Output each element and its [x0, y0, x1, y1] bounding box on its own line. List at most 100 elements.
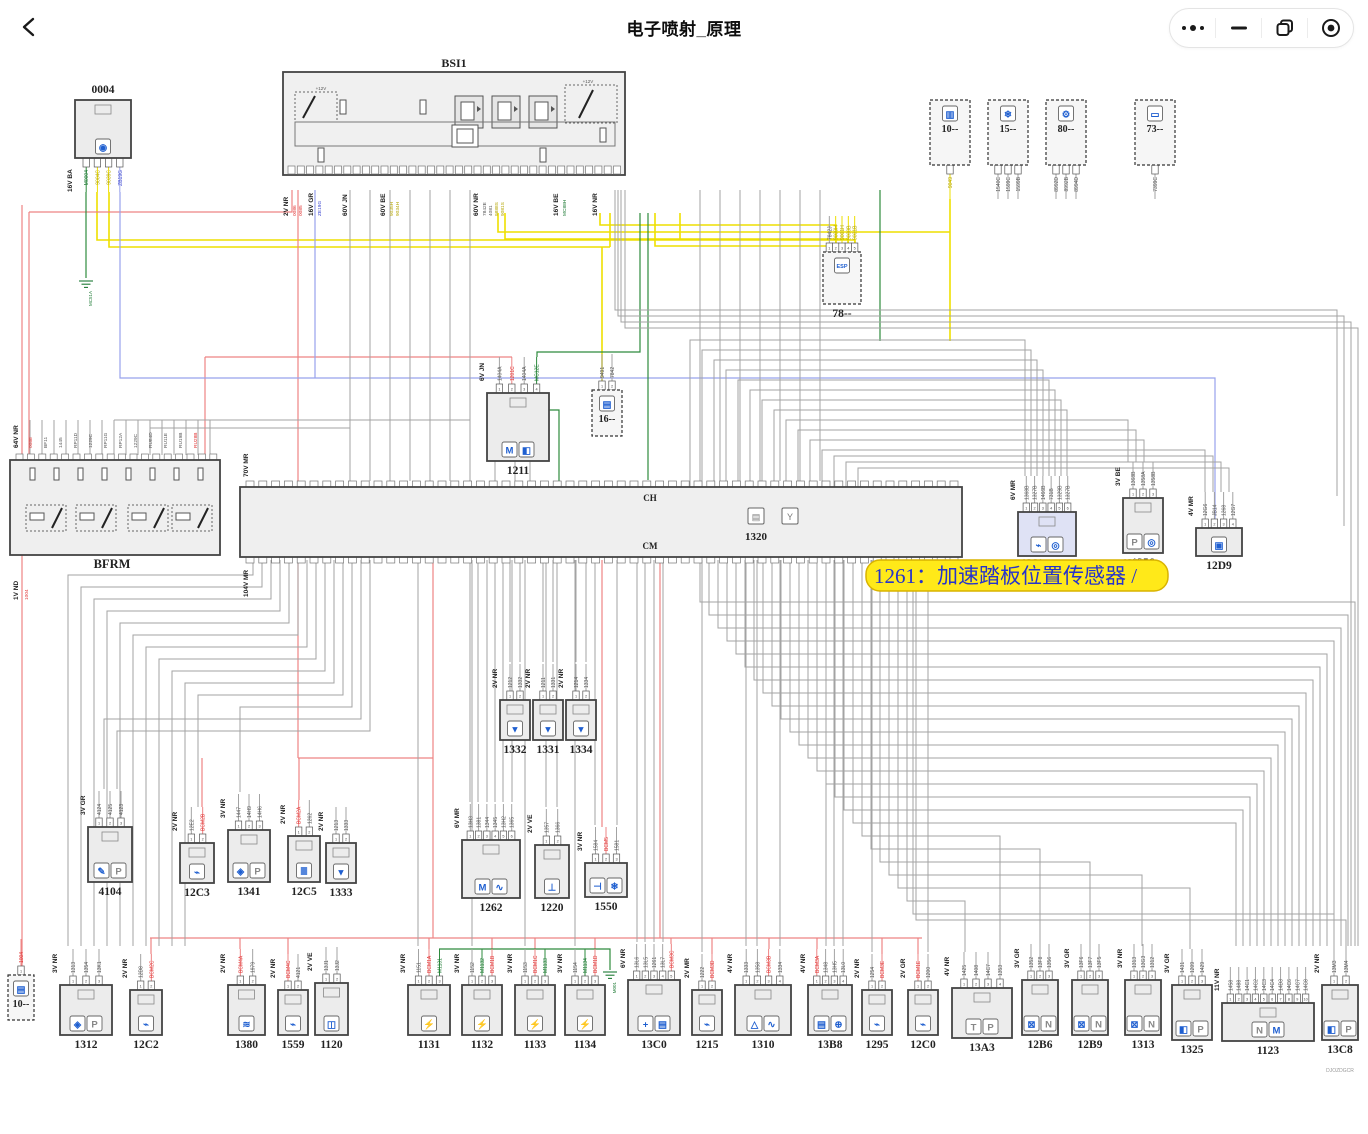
component-1380[interactable]: 1BCM4A219792V NR≋1380	[220, 949, 265, 1051]
label: 1	[140, 985, 142, 989]
component-15--[interactable]: 1540C1599C1599B❄15--	[988, 100, 1028, 199]
label: 1334	[778, 962, 784, 973]
wire	[913, 560, 1346, 949]
component-1356[interactable]: 11368B21358A31358B3V BEP◎1356	[1115, 462, 1163, 569]
diagram-canvas[interactable]: MC51AMC07M001BSI1+12V+12VBFRM64V NR0088B…	[0, 55, 1368, 1134]
label: 4	[1254, 998, 1256, 1002]
label: 3V GR	[80, 795, 87, 815]
label: 1151	[417, 962, 423, 973]
component-12C0[interactable]: 1BCM1E212002V GR⌁12C0	[900, 954, 938, 1051]
label: 1332	[518, 677, 524, 688]
label: 2	[605, 858, 607, 862]
component-1123[interactable]: 1145821488314C1414C2514C3614C4714D3814C6…	[1214, 967, 1314, 1057]
component-1261[interactable]: 11368B21327B31466B4731B51329B61327B6V MR…	[1010, 476, 1076, 572]
terminal-pin	[493, 166, 500, 174]
label: 1327B	[1033, 485, 1039, 500]
component-1131[interactable]: 111512BCM1A3M11313V NR⚡1131	[400, 949, 450, 1051]
component-12C2[interactable]: 112D82BCM2C2V NR⌁12C2	[122, 954, 162, 1051]
component-1559[interactable]: 1BCM4C241212V NR⌁1559	[270, 954, 308, 1051]
tooltip-text: 1261：加速踏板位置传感器 /	[874, 564, 1137, 588]
terminal-pin	[521, 166, 528, 174]
label: ◫	[327, 1020, 336, 1031]
label: 1	[963, 983, 965, 987]
component-12C3[interactable]: 112E22BCM2B2V NR⌁12C3	[172, 807, 214, 899]
component-1211[interactable]: 11404A21201C31404A4MC12E6V JNM◧1211	[479, 357, 549, 477]
component-1313[interactable]: 11313213G3313123V NR⊠N1313	[1117, 944, 1161, 1051]
component-10--[interactable]: 11004▤10--	[8, 939, 34, 1020]
label: 4081	[488, 205, 494, 216]
label: 1229C	[88, 433, 94, 448]
component-78--[interactable]: 17842J29000H39001H49000B59001BESP78--	[823, 216, 861, 320]
component-1134[interactable]: 111542M11343BCM1D3V NR⚡1134	[557, 949, 605, 1051]
component-10--[interactable]: 9049▥10--	[930, 100, 970, 199]
component-12B9[interactable]: 113F6213F7313F53V GR⊠N12B9	[1064, 944, 1108, 1051]
component-16--[interactable]: 1949127842▤16--	[592, 354, 622, 436]
label: 1	[636, 975, 638, 979]
component-1215[interactable]: 112222BCM3D2V MR⌁1215	[684, 954, 722, 1051]
label: ▤	[603, 400, 612, 411]
more-options-button[interactable]	[1170, 9, 1215, 47]
component-13B8[interactable]: 1BCM3A21348313H5413L04V NR▤⊕13B8	[800, 949, 852, 1051]
component-12B6[interactable]: 11352213F8313563V GR⊠N12B6	[1014, 944, 1058, 1051]
label: 4121	[296, 967, 302, 978]
restore-icon	[1276, 19, 1294, 37]
component-label: 1120	[320, 1039, 343, 1051]
label: 3	[841, 247, 843, 251]
component-73--[interactable]: 7399C▭73--	[1135, 100, 1175, 199]
component-BSI1[interactable]: BSI1+12V+12V	[283, 56, 625, 175]
label: ▼	[543, 725, 552, 736]
component-13C8[interactable]: 113M3213M42V NR◧P13C8	[1314, 949, 1358, 1056]
highlight-tooltip[interactable]: 1261：加速踏板位置传感器 /	[866, 560, 1168, 591]
component-1310[interactable]: 11333213583BCM3B413344V NR△∿1310	[727, 949, 791, 1051]
wire	[700, 190, 820, 481]
label: 1366	[556, 822, 562, 833]
record-button[interactable]	[1308, 9, 1353, 47]
component-1120[interactable]: 113J1213J22V VE◫1120	[307, 947, 348, 1051]
component-1220[interactable]: 11357213662V VE⊥1220	[527, 809, 569, 914]
label: 8994D	[1074, 177, 1080, 192]
label: 12D8	[139, 966, 145, 978]
terminal-pin	[614, 166, 621, 174]
component-1341[interactable]: 11447214H9314H63V NR◈P1341	[220, 794, 270, 898]
component-80--[interactable]: 8992D8992B8994D⚙80--	[1046, 100, 1086, 199]
component-1262[interactable]: 113H3213813134441345513H2613656V MRM∿126…	[454, 804, 520, 914]
component-1295[interactable]: 112542BCM3E2V NR⌁1295	[854, 954, 892, 1051]
wire	[637, 560, 663, 942]
label: 1	[1132, 493, 1134, 497]
component-label: 10--	[942, 124, 959, 135]
component-1133[interactable]: 111532BCM1C3M11333V NR⚡1133	[507, 949, 555, 1051]
label: 1209	[1190, 962, 1196, 973]
label: 16V BE	[553, 193, 560, 216]
component-13C0[interactable]: 113L6213L531261413L75BCM3C6V NR+▤13C0	[620, 944, 680, 1051]
component-1550[interactable]: 115842BCM5315813V NR⊣❄1550	[577, 827, 627, 913]
component-4104[interactable]: 1412424125341233V GR✎P4104	[80, 791, 132, 898]
label: 5	[854, 247, 856, 251]
component-13A3[interactable]: 1142521408314C7413534V NRTP13A3	[944, 952, 1012, 1054]
component-1132[interactable]: 111522M11323BCM1B3V NR⚡1132	[454, 949, 502, 1051]
label: 13L6	[635, 957, 641, 968]
label: 1	[1025, 507, 1027, 511]
component-12C5[interactable]: 1BCM2A212622V NR≣12C5	[280, 800, 320, 898]
label: 2V MR	[684, 958, 691, 978]
component-label: 1134	[574, 1039, 597, 1051]
terminal-pin	[409, 166, 416, 174]
component-1312[interactable]: 1131321354313K13V NR◈P1312	[52, 949, 112, 1051]
component-label: 78--	[832, 308, 851, 320]
label: ▼	[510, 725, 519, 736]
restore-button[interactable]	[1262, 9, 1307, 47]
ecu-1320-label: 1320	[745, 531, 768, 543]
wire-group-label: 16V NR	[592, 193, 599, 216]
component-1333[interactable]: 11213213332V NR▼1333	[318, 807, 356, 899]
label: ⌁	[290, 1020, 296, 1031]
component-0004[interactable]: M00049004C9039CZB19G16V BA◉0004	[67, 84, 131, 192]
label: 1	[594, 858, 596, 862]
component-1325[interactable]: 1143121209314293V GR◧P1325	[1164, 949, 1212, 1056]
label: M0004	[84, 170, 90, 186]
back-button[interactable]	[12, 10, 46, 44]
label: ZE19G	[317, 201, 323, 216]
component-1320-ecu[interactable]: CHCM▤Y132070V MR104V MR	[240, 453, 962, 597]
label: ⌁	[143, 1020, 149, 1031]
label: 14C1	[1245, 979, 1251, 991]
bfrm-label: BFRM	[94, 557, 131, 571]
minimize-button[interactable]	[1216, 9, 1261, 47]
